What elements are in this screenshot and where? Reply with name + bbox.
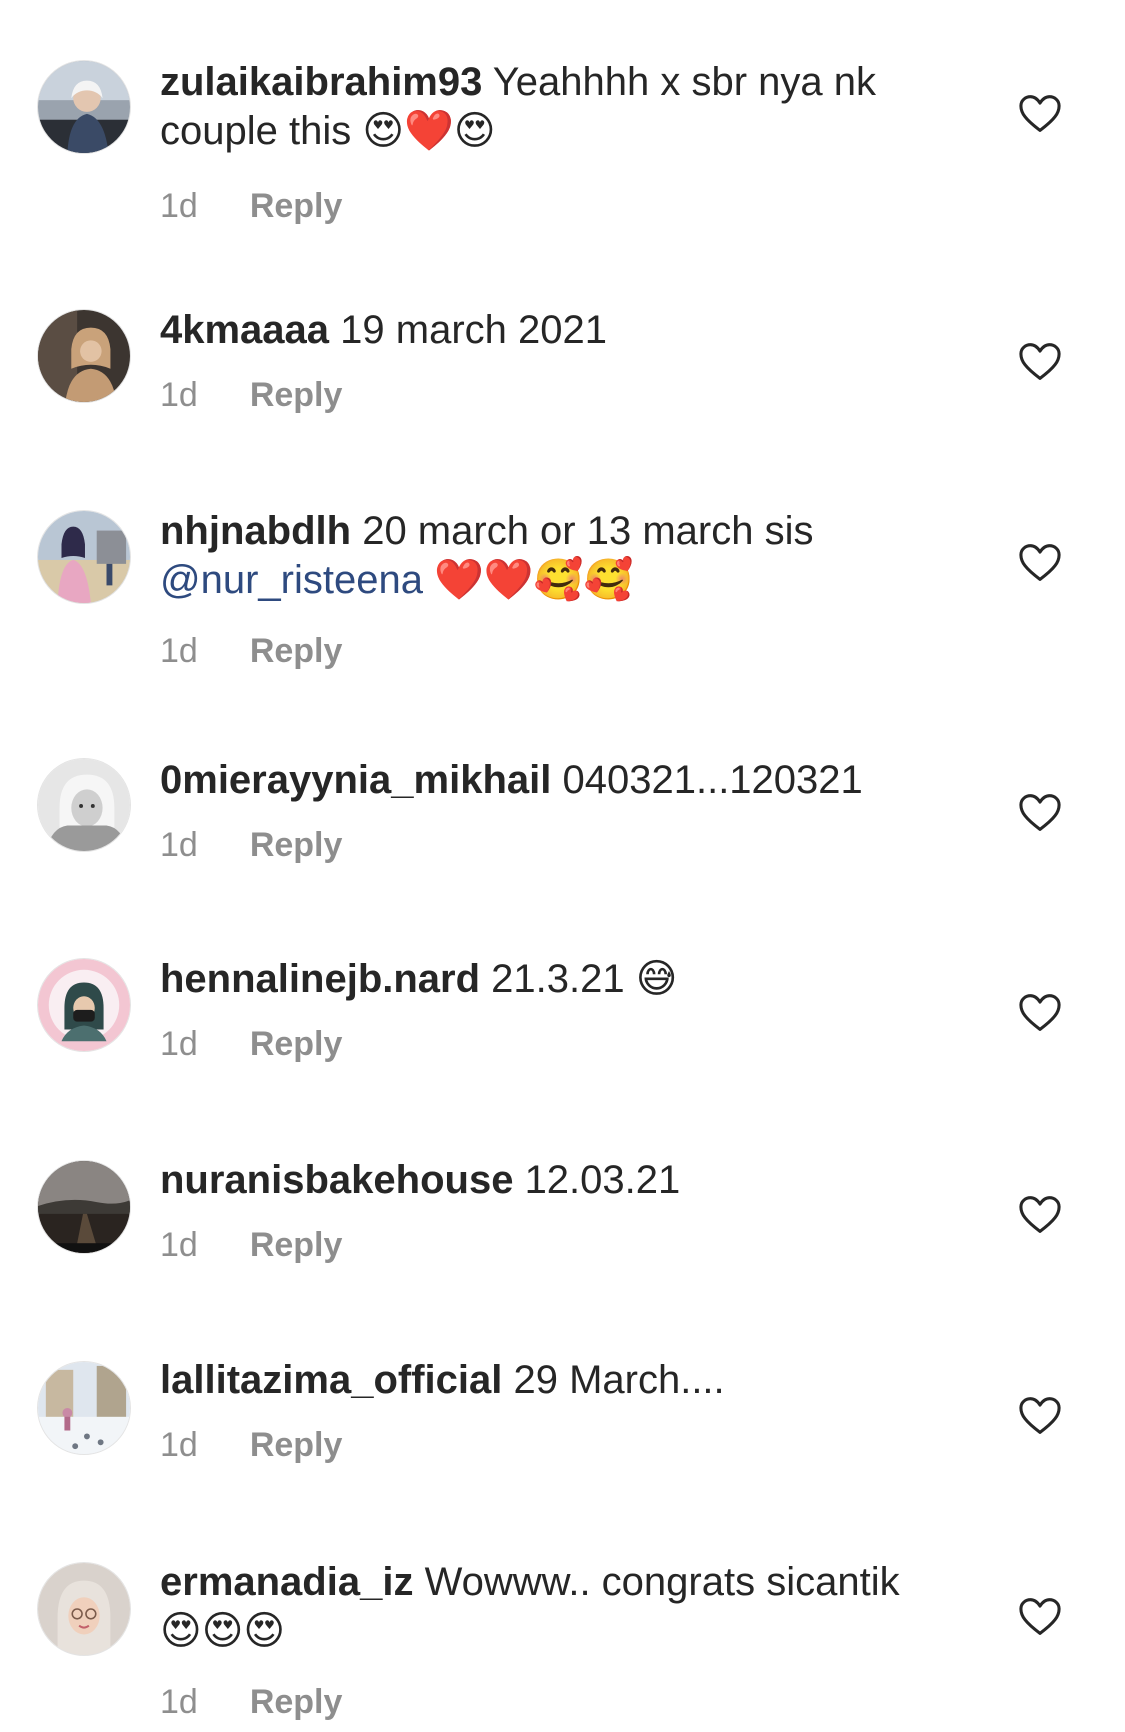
comment-body: ermanadia_iz Wowww.. congrats sicantik 😍😍… bbox=[160, 1558, 940, 1722]
comment-meta: 1d Reply bbox=[160, 1425, 940, 1465]
comment-message: 040321...120321 bbox=[562, 758, 863, 802]
comment-body: nuranisbakehouse 12.03.21 1d Reply bbox=[160, 1156, 940, 1265]
reply-button[interactable]: Reply bbox=[250, 1024, 343, 1064]
comment-meta: 1d Reply bbox=[160, 1024, 940, 1064]
like-button[interactable] bbox=[1018, 1195, 1062, 1235]
comment-text: nhjnabdlh 20 march or 13 march sis @nur_… bbox=[160, 507, 940, 605]
comment-username[interactable]: 4kmaaaa bbox=[160, 308, 329, 352]
like-button[interactable] bbox=[1018, 993, 1062, 1033]
comment-body: 4kmaaaa 19 march 2021 1d Reply bbox=[160, 306, 940, 415]
comment-meta: 1d Reply bbox=[160, 375, 940, 415]
comment-body: nhjnabdlh 20 march or 13 march sis @nur_… bbox=[160, 507, 940, 671]
comment-timestamp: 1d bbox=[160, 632, 198, 670]
avatar-photo-car-icon bbox=[38, 61, 130, 153]
comment-timestamp: 1d bbox=[160, 826, 198, 864]
comment-text: 0mierayynia_mikhail 040321...120321 bbox=[160, 756, 940, 805]
comment-body: hennalinejb.nard 21.3.21 😅 1d Reply bbox=[160, 955, 940, 1064]
comment-username[interactable]: hennalinejb.nard bbox=[160, 957, 480, 1001]
comment-username[interactable]: zulaikaibrahim93 bbox=[160, 60, 482, 104]
reply-button[interactable]: Reply bbox=[250, 186, 343, 226]
comment-timestamp: 1d bbox=[160, 376, 198, 414]
like-button[interactable] bbox=[1018, 1396, 1062, 1436]
avatar[interactable] bbox=[37, 1562, 131, 1656]
comment-mention-link[interactable]: @nur_risteena bbox=[160, 558, 423, 602]
comment-message: 21.3.21 bbox=[491, 957, 625, 1001]
comment-body: zulaikaibrahim93 Yeahhhh x sbr nya nk co… bbox=[160, 58, 940, 226]
avatar-photo-pink-frame-icon bbox=[38, 959, 130, 1051]
avatar[interactable] bbox=[37, 309, 131, 403]
reply-button[interactable]: Reply bbox=[250, 825, 343, 865]
comment-body: lallitazima_official 29 March.... 1d Rep… bbox=[160, 1356, 940, 1465]
comment-username[interactable]: nhjnabdlh bbox=[160, 509, 351, 553]
avatar-photo-snow-icon bbox=[38, 1362, 130, 1454]
comment-username[interactable]: nuranisbakehouse bbox=[160, 1158, 513, 1202]
comment-text: 4kmaaaa 19 march 2021 bbox=[160, 306, 940, 355]
comment-meta: 1d Reply bbox=[160, 631, 940, 671]
reply-button[interactable]: Reply bbox=[250, 375, 343, 415]
comment-emojis: 😅 bbox=[635, 956, 678, 1002]
heart-outline-icon bbox=[1019, 1196, 1061, 1233]
comment-meta: 1d Reply bbox=[160, 1225, 940, 1265]
avatar[interactable] bbox=[37, 758, 131, 852]
avatar[interactable] bbox=[37, 60, 131, 154]
avatar-photo-road-icon bbox=[38, 1161, 130, 1253]
avatar-photo-bw-icon bbox=[38, 759, 130, 851]
avatar-photo-glasses-icon bbox=[38, 1563, 130, 1655]
heart-outline-icon bbox=[1019, 1598, 1061, 1635]
like-button[interactable] bbox=[1018, 1597, 1062, 1637]
comment-timestamp: 1d bbox=[160, 187, 198, 225]
comment-text: lallitazima_official 29 March.... bbox=[160, 1356, 940, 1405]
like-button[interactable] bbox=[1018, 793, 1062, 833]
comment-text: nuranisbakehouse 12.03.21 bbox=[160, 1156, 940, 1205]
reply-button[interactable]: Reply bbox=[250, 1225, 343, 1265]
heart-outline-icon bbox=[1019, 544, 1061, 581]
reply-button[interactable]: Reply bbox=[250, 1425, 343, 1465]
comment-text: zulaikaibrahim93 Yeahhhh x sbr nya nk co… bbox=[160, 58, 940, 156]
comment-emojis: 😍😍😍 bbox=[160, 1608, 286, 1654]
avatar[interactable] bbox=[37, 1160, 131, 1254]
comment-message: 20 march or 13 march sis bbox=[362, 509, 814, 553]
avatar-photo-hijab-icon bbox=[38, 310, 130, 402]
heart-outline-icon bbox=[1019, 994, 1061, 1031]
comment-text: hennalinejb.nard 21.3.21 😅 bbox=[160, 955, 940, 1004]
comment-meta: 1d Reply bbox=[160, 1682, 940, 1722]
comment-message: 29 March.... bbox=[513, 1358, 725, 1402]
like-button[interactable] bbox=[1018, 543, 1062, 583]
comment-emojis: ❤️❤️🥰🥰 bbox=[434, 557, 634, 603]
comment-timestamp: 1d bbox=[160, 1683, 198, 1721]
heart-outline-icon bbox=[1019, 95, 1061, 132]
heart-outline-icon bbox=[1019, 1397, 1061, 1434]
comment-meta: 1d Reply bbox=[160, 186, 940, 226]
comment-message: 12.03.21 bbox=[524, 1158, 681, 1202]
comment-timestamp: 1d bbox=[160, 1025, 198, 1063]
comment-username[interactable]: 0mierayynia_mikhail bbox=[160, 758, 551, 802]
reply-button[interactable]: Reply bbox=[250, 631, 343, 671]
comment-timestamp: 1d bbox=[160, 1226, 198, 1264]
like-button[interactable] bbox=[1018, 342, 1062, 382]
comment-message: Wowww.. congrats sicantik bbox=[424, 1560, 900, 1604]
avatar[interactable] bbox=[37, 510, 131, 604]
comment-timestamp: 1d bbox=[160, 1426, 198, 1464]
comment-emojis: 😍❤️😍 bbox=[362, 108, 496, 154]
like-button[interactable] bbox=[1018, 94, 1062, 134]
comment-username[interactable]: lallitazima_official bbox=[160, 1358, 502, 1402]
comment-message: 19 march 2021 bbox=[340, 308, 608, 352]
comment-text: ermanadia_iz Wowww.. congrats sicantik 😍😍… bbox=[160, 1558, 940, 1656]
heart-outline-icon bbox=[1019, 794, 1061, 831]
avatar[interactable] bbox=[37, 958, 131, 1052]
avatar[interactable] bbox=[37, 1361, 131, 1455]
reply-button[interactable]: Reply bbox=[250, 1682, 343, 1722]
comment-username[interactable]: ermanadia_iz bbox=[160, 1560, 413, 1604]
comment-meta: 1d Reply bbox=[160, 825, 940, 865]
comment-body: 0mierayynia_mikhail 040321...120321 1d R… bbox=[160, 756, 940, 865]
heart-outline-icon bbox=[1019, 343, 1061, 380]
avatar-photo-outdoor-icon bbox=[38, 511, 130, 603]
